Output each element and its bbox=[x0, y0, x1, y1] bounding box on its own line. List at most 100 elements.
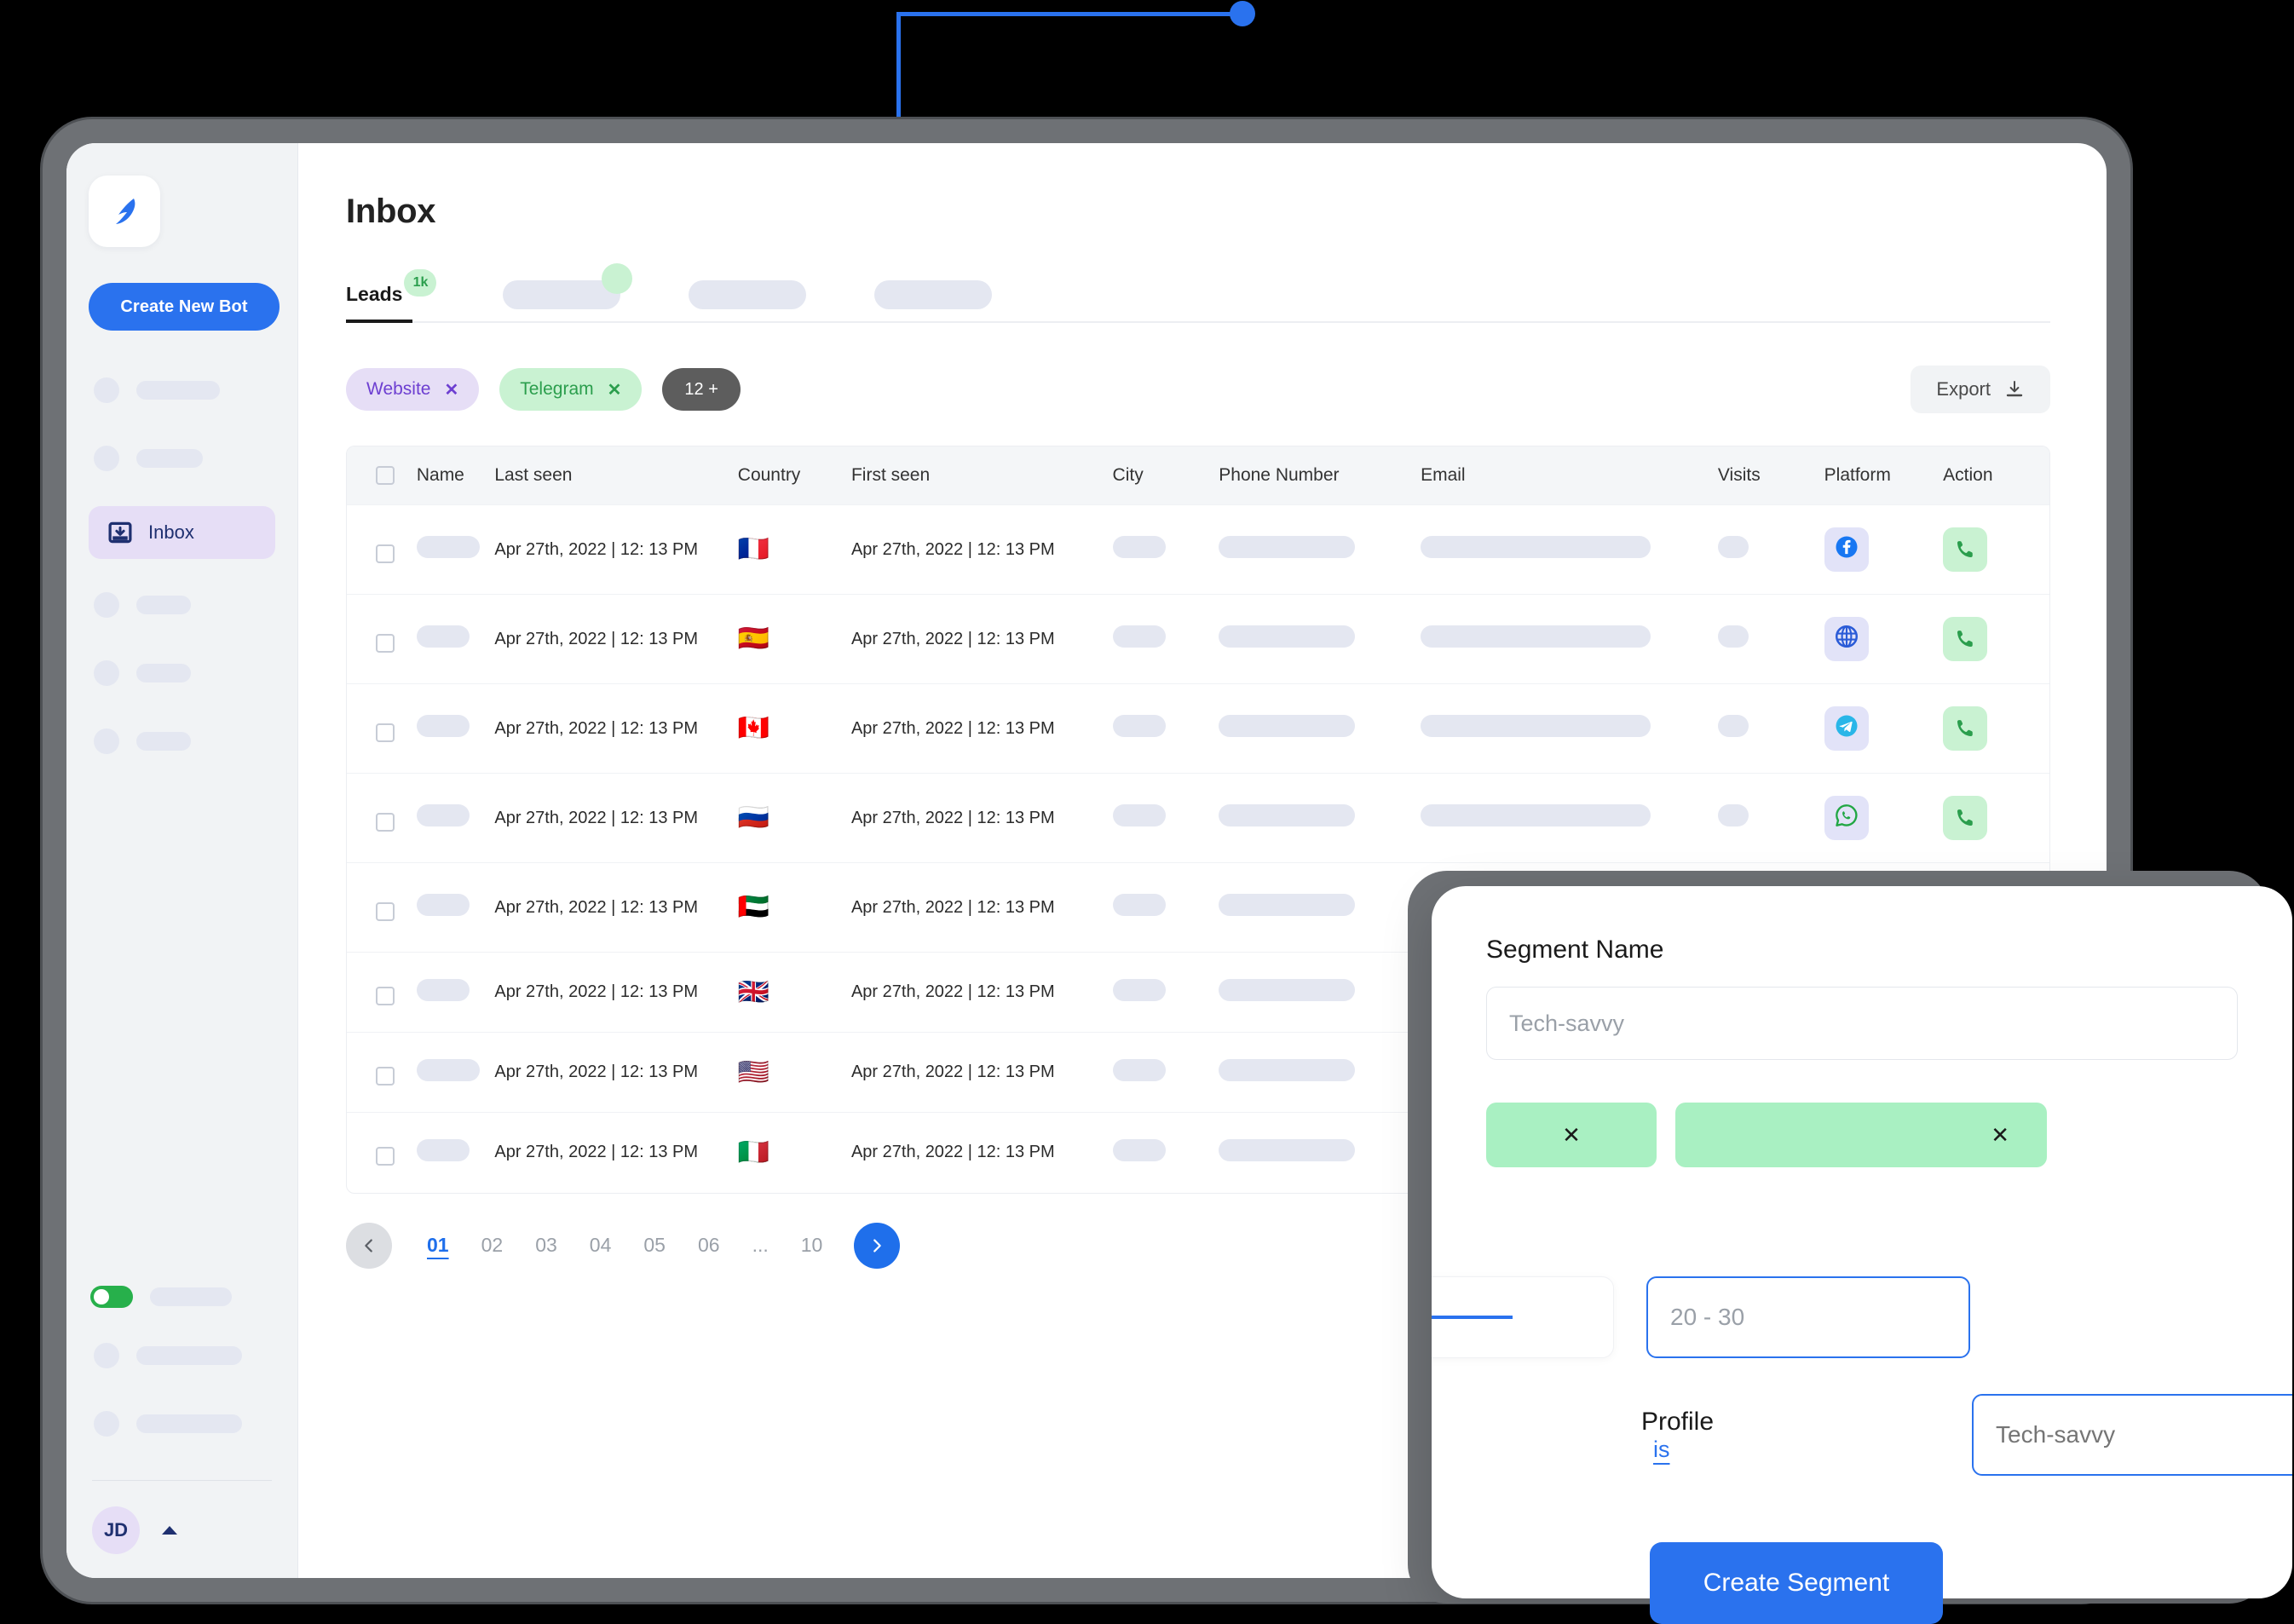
row-checkbox[interactable] bbox=[376, 987, 395, 1005]
user-menu[interactable]: JD bbox=[89, 1506, 275, 1554]
row-checkbox[interactable] bbox=[376, 1147, 395, 1166]
pagination-page-06[interactable]: 06 bbox=[682, 1234, 736, 1257]
table-header-platform: Platform bbox=[1824, 446, 1944, 505]
cell-city bbox=[1113, 1033, 1219, 1113]
cell-country: 🇺🇸 bbox=[738, 1033, 851, 1113]
filter-chip-telegram[interactable]: Telegram ✕ bbox=[499, 368, 642, 411]
cell-country: 🇷🇺 bbox=[738, 774, 851, 863]
table-row[interactable]: Apr 27th, 2022 | 12: 13 PM 🇨🇦 Apr 27th, … bbox=[347, 684, 2049, 774]
segment-chip-1[interactable]: ✕ bbox=[1486, 1103, 1657, 1167]
cell-country: 🇦🇪 bbox=[738, 863, 851, 953]
call-button[interactable] bbox=[1943, 617, 1987, 661]
call-button[interactable] bbox=[1943, 527, 1987, 572]
segment-field-card[interactable] bbox=[1432, 1276, 1614, 1358]
close-icon[interactable]: ✕ bbox=[1991, 1122, 2009, 1149]
pagination-page-02[interactable]: 02 bbox=[465, 1234, 520, 1257]
pagination-page-...[interactable]: ... bbox=[736, 1234, 785, 1257]
sidebar-item-placeholder-7[interactable] bbox=[89, 1403, 275, 1444]
pagination-page-10[interactable]: 10 bbox=[785, 1234, 839, 1257]
filter-chip-website[interactable]: Website ✕ bbox=[346, 368, 479, 411]
cell-visits bbox=[1718, 774, 1824, 863]
cell-last-seen: Apr 27th, 2022 | 12: 13 PM bbox=[494, 1033, 737, 1113]
select-all-checkbox[interactable] bbox=[376, 466, 395, 485]
row-checkbox[interactable] bbox=[376, 634, 395, 653]
app-logo[interactable] bbox=[89, 176, 160, 247]
screenshot-stage: Create New Bot bbox=[0, 0, 2294, 1624]
platform-button[interactable] bbox=[1824, 527, 1869, 572]
row-checkbox[interactable] bbox=[376, 723, 395, 742]
segment-chip-2[interactable]: ✕ bbox=[1675, 1103, 2047, 1167]
cell-first-seen: Apr 27th, 2022 | 12: 13 PM bbox=[851, 595, 1113, 684]
row-checkbox[interactable] bbox=[376, 813, 395, 832]
filter-bar: Website ✕ Telegram ✕ 12 + Export bbox=[346, 366, 2050, 413]
platform-button[interactable] bbox=[1824, 617, 1869, 661]
tab-placeholder-1[interactable] bbox=[503, 280, 620, 309]
close-icon[interactable]: ✕ bbox=[444, 379, 458, 400]
email-placeholder bbox=[1421, 625, 1651, 648]
city-placeholder bbox=[1113, 625, 1166, 648]
close-icon[interactable]: ✕ bbox=[1562, 1122, 1581, 1149]
tab-leads[interactable]: Leads 1k bbox=[346, 283, 402, 321]
city-placeholder bbox=[1113, 715, 1166, 737]
export-button[interactable]: Export bbox=[1911, 366, 2050, 413]
filter-chip-more[interactable]: 12 + bbox=[662, 368, 740, 411]
table-row[interactable]: Apr 27th, 2022 | 12: 13 PM 🇷🇺 Apr 27th, … bbox=[347, 774, 2049, 863]
bird-logo-icon bbox=[106, 193, 143, 230]
row-checkbox[interactable] bbox=[376, 544, 395, 563]
tab-placeholder-2[interactable] bbox=[689, 280, 806, 309]
pagination-prev-button[interactable] bbox=[346, 1223, 392, 1269]
phone-placeholder bbox=[1219, 715, 1355, 737]
cell-last-seen: Apr 27th, 2022 | 12: 13 PM bbox=[494, 684, 737, 774]
segment-name-label: Segment Name bbox=[1486, 936, 2238, 965]
sidebar-item-placeholder-1[interactable] bbox=[89, 370, 275, 411]
sidebar-item-placeholder-3[interactable] bbox=[89, 585, 275, 625]
pagination-page-03[interactable]: 03 bbox=[519, 1234, 574, 1257]
placeholder-icon bbox=[94, 446, 119, 471]
pagination-next-button[interactable] bbox=[854, 1223, 900, 1269]
placeholder-icon bbox=[94, 660, 119, 686]
pagination-page-04[interactable]: 04 bbox=[574, 1234, 628, 1257]
row-checkbox[interactable] bbox=[376, 1067, 395, 1086]
tab-label: Leads bbox=[346, 283, 402, 305]
create-new-bot-button[interactable]: Create New Bot bbox=[89, 283, 280, 331]
row-checkbox[interactable] bbox=[376, 902, 395, 921]
tab-placeholder-3[interactable] bbox=[874, 280, 992, 309]
sidebar-toggle-row[interactable] bbox=[89, 1286, 275, 1308]
table-row[interactable]: Apr 27th, 2022 | 12: 13 PM 🇫🇷 Apr 27th, … bbox=[347, 505, 2049, 595]
call-button[interactable] bbox=[1943, 706, 1987, 751]
platform-button[interactable] bbox=[1824, 706, 1869, 751]
platform-button[interactable] bbox=[1824, 796, 1869, 840]
sidebar-item-placeholder-6[interactable] bbox=[89, 1335, 275, 1376]
sidebar-item-inbox[interactable]: Inbox bbox=[89, 506, 275, 559]
table-row[interactable]: Apr 27th, 2022 | 12: 13 PM 🇪🇸 Apr 27th, … bbox=[347, 595, 2049, 684]
tab-placeholder-badge bbox=[602, 263, 632, 294]
cell-country: 🇮🇹 bbox=[738, 1113, 851, 1193]
segment-profile-value-input[interactable] bbox=[1972, 1394, 2292, 1476]
cell-name bbox=[347, 684, 494, 774]
close-icon[interactable]: ✕ bbox=[608, 379, 622, 400]
create-segment-button[interactable]: Create Segment bbox=[1650, 1542, 1943, 1624]
country-flag-icon: 🇨🇦 bbox=[738, 714, 769, 742]
cell-city bbox=[1113, 684, 1219, 774]
segment-age-range-input[interactable] bbox=[1646, 1276, 1970, 1358]
sidebar-item-placeholder-2[interactable] bbox=[89, 438, 275, 479]
email-placeholder bbox=[1421, 804, 1651, 826]
tab-bar: Leads 1k bbox=[346, 280, 2050, 323]
cell-city bbox=[1113, 863, 1219, 953]
cell-first-seen: Apr 27th, 2022 | 12: 13 PM bbox=[851, 1113, 1113, 1193]
cell-first-seen: Apr 27th, 2022 | 12: 13 PM bbox=[851, 953, 1113, 1033]
call-button[interactable] bbox=[1943, 796, 1987, 840]
segment-profile-operator[interactable]: is bbox=[1653, 1437, 1670, 1462]
sidebar-item-placeholder-5[interactable] bbox=[89, 721, 275, 762]
sidebar-item-placeholder-4[interactable] bbox=[89, 653, 275, 694]
pagination-page-01[interactable]: 01 bbox=[411, 1234, 465, 1257]
chevron-left-icon bbox=[360, 1236, 378, 1255]
segment-name-input[interactable] bbox=[1486, 987, 2238, 1060]
availability-toggle[interactable] bbox=[90, 1286, 133, 1308]
table-header-city: City bbox=[1113, 446, 1219, 505]
caret-up-icon[interactable] bbox=[162, 1526, 177, 1535]
name-placeholder bbox=[417, 979, 470, 1001]
pagination-page-05[interactable]: 05 bbox=[627, 1234, 682, 1257]
city-placeholder bbox=[1113, 894, 1166, 916]
cell-platform bbox=[1824, 595, 1944, 684]
